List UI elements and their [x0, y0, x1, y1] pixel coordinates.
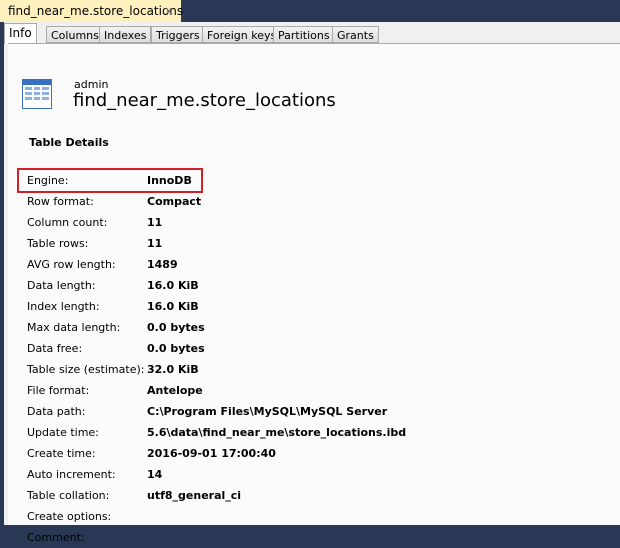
detail-value: InnoDB: [147, 174, 192, 187]
info-panel: admin find_near_me.store_locations Table…: [8, 43, 620, 544]
tab-grants[interactable]: Grants: [332, 26, 379, 43]
detail-row: Index length: 16.0 KiB: [27, 296, 620, 317]
detail-label: Comment:: [27, 531, 85, 544]
detail-row: Table collation: utf8_general_ci: [27, 485, 620, 506]
detail-label: Data free:: [27, 342, 83, 355]
detail-row: Data path: C:\Program Files\MySQL\MySQL S…: [27, 401, 620, 439]
section-title: Table Details: [29, 136, 109, 149]
tab-bar: Info Columns Indexes Triggers Foreign keys Pa…: [4, 22, 620, 44]
detail-label: Row format:: [27, 195, 94, 208]
detail-label: Table size (estimate):: [27, 363, 145, 376]
tab-triggers[interactable]: Triggers: [151, 26, 205, 43]
detail-row: Column count: 11: [27, 212, 620, 233]
detail-value: 16.0 KiB: [147, 279, 199, 292]
detail-value: 32.0 KiB: [147, 363, 199, 376]
close-icon[interactable]: ×: [164, 0, 174, 22]
detail-label: Max data length:: [27, 321, 121, 334]
detail-value: 16.0 KiB: [147, 300, 199, 313]
detail-value: 0.0 bytes: [147, 342, 205, 355]
detail-row: Create time: 2016-09-01 17:00:40: [27, 443, 620, 464]
detail-label: Table collation:: [27, 489, 110, 502]
tab-columns[interactable]: Columns: [46, 26, 104, 43]
tab-indexes[interactable]: Indexes: [99, 26, 152, 43]
detail-row: Auto increment: 14: [27, 464, 620, 485]
detail-label: Data length:: [27, 279, 96, 292]
detail-value: 2016-09-01 17:00:40: [147, 447, 276, 460]
detail-row: File format: Antelope: [27, 380, 620, 401]
detail-value: 11: [147, 237, 163, 250]
table-icon: [22, 79, 52, 109]
detail-label: File format:: [27, 384, 90, 397]
detail-row: Comment:: [27, 527, 620, 548]
detail-row: Update time:: [27, 422, 620, 443]
detail-label: Column count:: [27, 216, 108, 229]
detail-label: Data path:: [27, 405, 86, 418]
document-tab-label: find_near_me.store_locations: [8, 4, 184, 18]
detail-row: Engine: InnoDB: [27, 170, 620, 191]
detail-row: Max data length: 0.0 bytes: [27, 317, 620, 338]
detail-row: Table rows: 11: [27, 233, 620, 254]
detail-value: Antelope: [147, 384, 203, 397]
detail-row: AVG row length: 1489: [27, 254, 620, 275]
detail-row: Data length: 16.0 KiB: [27, 275, 620, 296]
tab-info[interactable]: Info: [4, 23, 37, 44]
detail-label: Engine:: [27, 174, 69, 187]
detail-value: 1489: [147, 258, 178, 271]
detail-label: Create options:: [27, 510, 112, 523]
detail-value: Compact: [147, 195, 202, 208]
page-title: find_near_me.store_locations: [73, 90, 336, 111]
tab-foreign-keys[interactable]: Foreign keys: [202, 26, 282, 43]
detail-label: Create time:: [27, 447, 96, 460]
detail-label: AVG row length:: [27, 258, 116, 271]
detail-value: 14: [147, 468, 163, 481]
detail-label: Auto increment:: [27, 468, 116, 481]
detail-row: Data free: 0.0 bytes: [27, 338, 620, 359]
detail-label: Table rows:: [27, 237, 89, 250]
table-inspector: Info Columns Indexes Triggers Foreign keys Pa…: [4, 22, 620, 544]
tab-partitions[interactable]: Partitions: [273, 26, 335, 43]
detail-value: 0.0 bytes: [147, 321, 205, 334]
detail-label: Update time:: [27, 426, 99, 439]
detail-value: utf8_general_ci: [147, 489, 242, 502]
document-tab[interactable]: find_near_me.store_locations ×: [0, 0, 184, 22]
detail-row: Create options:: [27, 506, 620, 527]
detail-row: Row format: Compact: [27, 191, 620, 212]
detail-row: Table size (estimate): 32.0 KiB: [27, 359, 620, 380]
detail-value: 11: [147, 216, 163, 229]
detail-label: Index length:: [27, 300, 100, 313]
